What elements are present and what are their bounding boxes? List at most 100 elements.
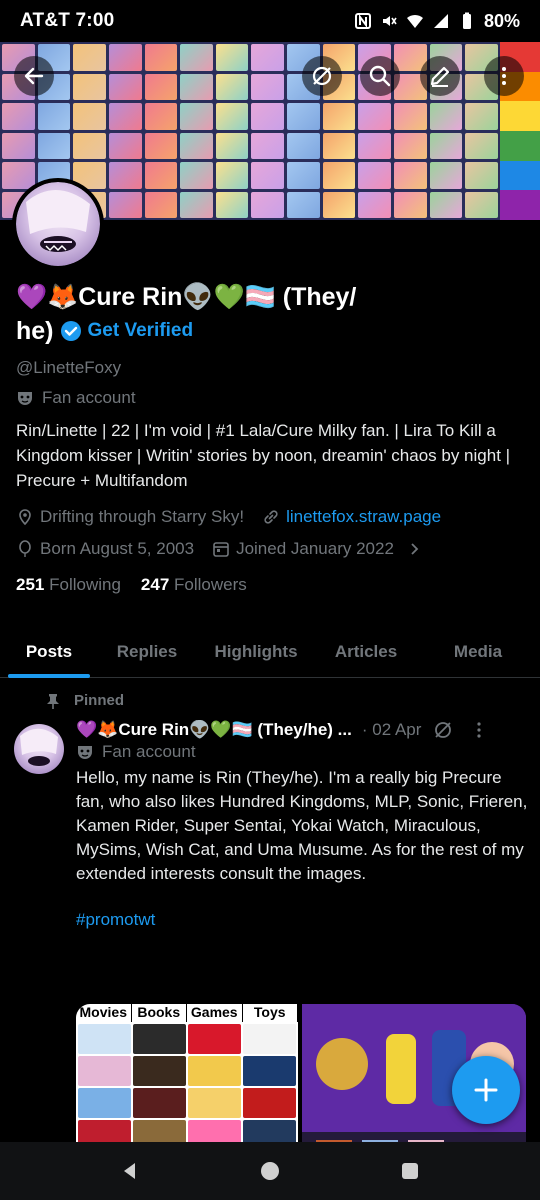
- banner-tile: [73, 73, 106, 100]
- banner-tile: [251, 162, 285, 189]
- battery-icon: [462, 12, 471, 29]
- post-more-icon[interactable]: [469, 720, 489, 740]
- get-verified-link[interactable]: Get Verified: [88, 320, 194, 342]
- profile-tabs: Posts Replies Highlights Articles Media: [0, 632, 540, 678]
- banner-tile: [108, 103, 142, 130]
- banner-tile: [251, 132, 285, 159]
- banner-tile: [322, 191, 356, 218]
- pinned-label: Pinned: [74, 692, 125, 709]
- grok-icon[interactable]: [433, 720, 453, 740]
- status-icons: 80%: [354, 11, 520, 32]
- carrier-time: AT&T 7:00: [20, 10, 115, 31]
- post-hashtag[interactable]: #promotwt: [76, 910, 528, 930]
- banner-tile: [180, 132, 213, 159]
- banner-tile: [251, 73, 285, 100]
- plus-icon: [474, 1078, 498, 1102]
- banner-tile: [180, 103, 213, 130]
- banner-tile: [429, 132, 463, 159]
- media-tile: [188, 1024, 241, 1054]
- banner-tile: [108, 44, 142, 71]
- mask-icon: [18, 392, 32, 405]
- followers-label: Followers: [174, 575, 247, 594]
- nfc-icon: [354, 13, 371, 29]
- banner-tile: [2, 132, 35, 159]
- media-tile: [243, 1088, 296, 1118]
- website-link[interactable]: linettefox.straw.page: [286, 507, 441, 527]
- banner-tile: [251, 191, 285, 218]
- media-tile: [133, 1088, 186, 1118]
- avatar-art: [20, 728, 58, 766]
- media-tile: [78, 1024, 131, 1054]
- balloon-icon: [19, 540, 31, 557]
- nav-back-icon[interactable]: [119, 1160, 141, 1182]
- display-name-line-2: he): [16, 317, 54, 345]
- banner-tile: [287, 103, 320, 130]
- banner-tile: [180, 44, 213, 71]
- banner-tile: [394, 132, 427, 159]
- post-author-avatar[interactable]: [14, 724, 64, 774]
- category-row: Fan account: [16, 388, 524, 408]
- verified-badge-icon: [60, 321, 81, 341]
- system-nav-bar: [0, 1142, 540, 1200]
- banner-tile: [322, 103, 356, 130]
- joined[interactable]: Joined January 2022: [212, 539, 422, 559]
- banner-tile: [465, 191, 498, 218]
- banner-tile: [180, 162, 213, 189]
- followers-count: 247: [140, 575, 170, 594]
- back-button[interactable]: [14, 56, 54, 96]
- handle: @LinetteFoxy: [16, 358, 122, 377]
- tab-replies[interactable]: Replies: [98, 632, 196, 677]
- wifi-icon: [406, 14, 423, 28]
- mute-icon: [382, 16, 397, 26]
- more-icon: [502, 67, 506, 85]
- location-text: Drifting through Starry Sky!: [40, 507, 245, 526]
- tab-articles[interactable]: Articles: [316, 632, 416, 677]
- mute-notifications-button[interactable]: [302, 56, 342, 96]
- post-author-name[interactable]: 💜🦊Cure Rin👽💚🏳️‍⚧️ (They/he) ...: [76, 720, 352, 740]
- tab-media[interactable]: Media: [416, 632, 540, 677]
- location: Drifting through Starry Sky!: [16, 507, 244, 527]
- edit-icon: [430, 66, 450, 87]
- banner-tile: [73, 132, 106, 159]
- nav-recents-icon[interactable]: [399, 1160, 421, 1182]
- pride-stripe: [500, 160, 540, 191]
- tab-posts[interactable]: Posts: [0, 632, 98, 678]
- banner-tile: [358, 162, 392, 189]
- profile-avatar[interactable]: [12, 178, 104, 270]
- post-category-label: Fan account: [102, 742, 196, 761]
- status-bar: AT&T 7:00 80%: [0, 0, 540, 42]
- no-notify-icon: [312, 66, 332, 86]
- banner-tile: [108, 162, 142, 189]
- edit-button[interactable]: [420, 56, 460, 96]
- pride-stripe: [500, 190, 540, 220]
- link-icon: [264, 510, 278, 524]
- post-date: · 02 Apr: [361, 720, 422, 739]
- media-tile: [133, 1056, 186, 1086]
- pin-icon: [47, 693, 59, 709]
- followers-link[interactable]: 247 Followers: [141, 575, 247, 595]
- banner-tile: [429, 103, 463, 130]
- media-header-movies: Movies: [76, 1004, 132, 1022]
- banner-tile: [180, 191, 213, 218]
- banner-tile: [108, 73, 142, 100]
- media-tile: [188, 1056, 241, 1086]
- banner-tile: [108, 191, 142, 218]
- banner-tile: [322, 132, 356, 159]
- nav-home-icon[interactable]: [259, 1160, 281, 1182]
- birthday: Born August 5, 2003: [16, 539, 194, 559]
- banner-tile: [180, 73, 213, 100]
- mask-icon: [78, 746, 92, 759]
- search-button[interactable]: [360, 56, 400, 96]
- banner-tile: [429, 162, 463, 189]
- compose-post-button[interactable]: [452, 1056, 520, 1124]
- avatar-art: [26, 189, 90, 252]
- more-button[interactable]: [484, 56, 524, 96]
- banner-tile: [394, 162, 427, 189]
- meta-row-1: Drifting through Starry Sky! linettefox.…: [16, 507, 524, 527]
- following-count: 251: [16, 575, 45, 594]
- tab-highlights[interactable]: Highlights: [196, 632, 316, 677]
- banner-tile: [394, 191, 427, 218]
- banner-tile: [429, 191, 463, 218]
- following-link[interactable]: 251 Following: [16, 575, 121, 595]
- website[interactable]: linettefox.straw.page: [262, 507, 441, 527]
